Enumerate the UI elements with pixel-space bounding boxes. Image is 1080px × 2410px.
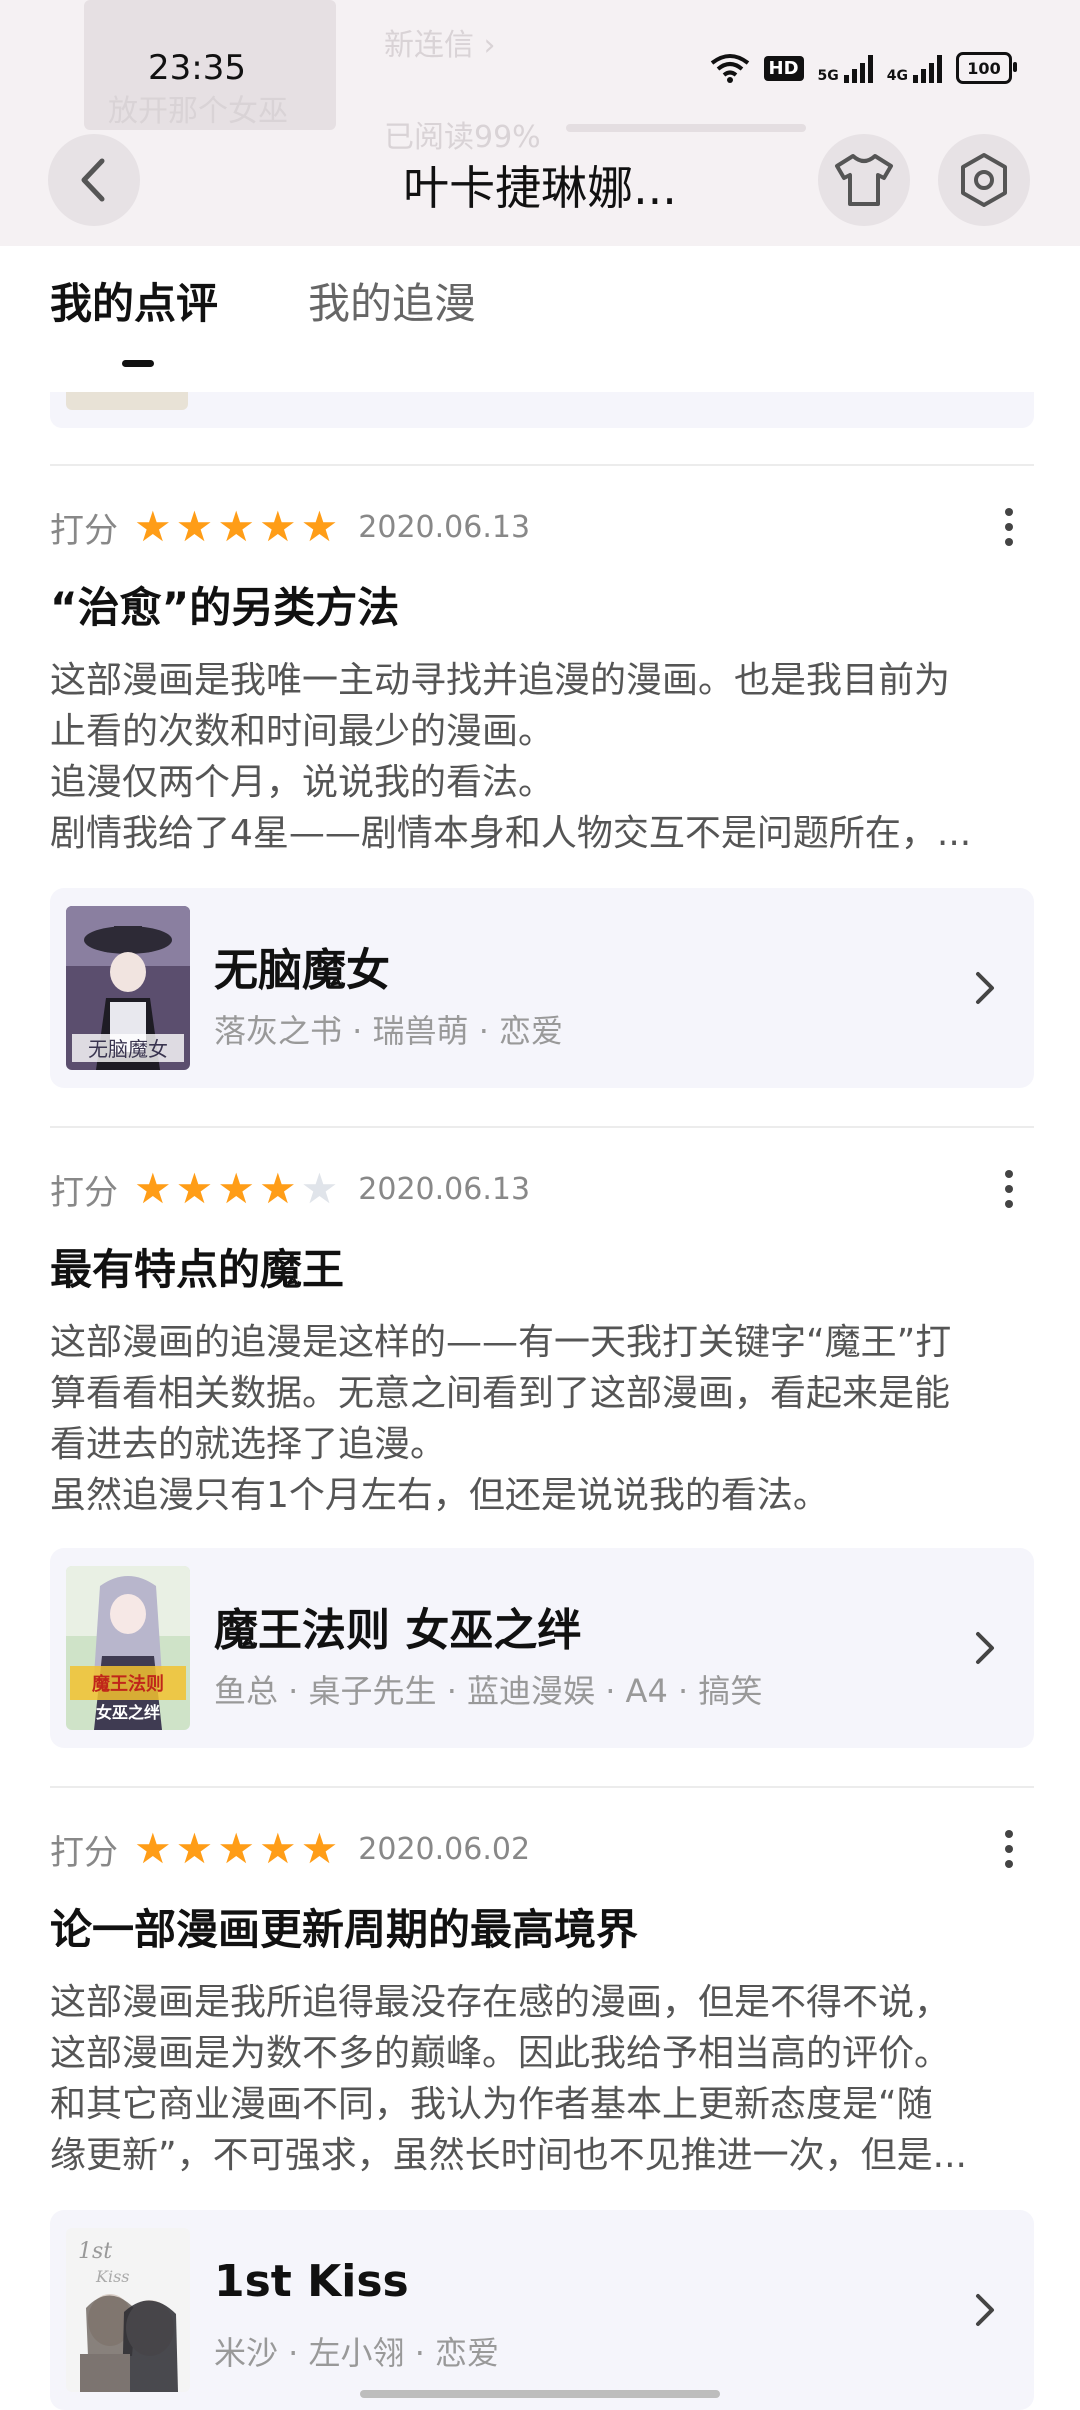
review-line: 和其它商业漫画不同，我认为作者基本上更新态度是“随 [50, 2084, 933, 2125]
rating-row: 打分 ★ ★ ★ ★ ★ 2020.06.02 [50, 1824, 1034, 1874]
review-line: 虽然追漫只有1个月左右，但还是说说我的看法。 [50, 1475, 829, 1516]
review-body[interactable]: 这部漫画是我所追得最没存在感的漫画，但是不得不说， 这部漫画是为数不多的巅峰。因… [50, 1977, 1034, 2181]
review-body[interactable]: 这部漫画是我唯一主动寻找并追漫的漫画。也是我目前为 止看的次数和时间最少的漫画。… [50, 655, 1034, 859]
more-options-icon[interactable] [994, 1164, 1024, 1214]
tab-my-follows[interactable]: 我的追漫 [308, 270, 476, 331]
review-item: 打分 ★ ★ ★ ★ ★ 2020.06.13 最有特点的魔王 这部漫画的追漫是… [50, 1164, 1034, 1521]
divider [50, 1786, 1034, 1788]
hd-icon: HD [763, 55, 804, 81]
rating-label: 打分 [50, 510, 118, 551]
star-icon: ★ [175, 502, 214, 551]
chevron-right-icon [976, 1632, 994, 1664]
star-icon: ★ [134, 502, 172, 551]
tab-indicator [122, 360, 154, 367]
comic-meta: 鱼总 · 桌子先生 · 蓝迪漫娱 · A4 · 搞笑 [214, 1672, 763, 1710]
star-rating: ★ ★ ★ ★ ★ [134, 1168, 338, 1210]
comic-meta: 落灰之书 · 瑞兽萌 · 恋爱 [214, 1012, 564, 1050]
review-line: 剧情我给了4星——剧情本身和人物交互不是问题所在，... [50, 813, 972, 854]
star-icon: ★ [175, 1824, 214, 1873]
svg-text:Kiss: Kiss [95, 2267, 130, 2286]
review-title[interactable]: 最有特点的魔王 [50, 1236, 1034, 1297]
comic-meta: 米沙 · 左小翎 · 恋爱 [214, 2334, 500, 2372]
review-item: 打分 ★ ★ ★ ★ ★ 2020.06.02 论一部漫画更新周期的最高境界 这… [50, 1824, 1034, 2181]
battery-icon: 100 [956, 52, 1017, 84]
review-line: 缘更新”，不可强求，虽然长时间也不见推进一次，但是... [50, 2135, 967, 2176]
review-line: 这部漫画是为数不多的巅峰。因此我给予相当高的评价。 [50, 2033, 951, 2074]
rating-row: 打分 ★ ★ ★ ★ ★ 2020.06.13 [50, 1164, 1034, 1214]
header: 放开那个女巫 新连信 › 已阅读99% 23:35 HD 5G 4G 100 叶… [0, 0, 1080, 246]
svg-text:1st: 1st [78, 2239, 112, 2264]
star-icon: ★ [217, 502, 255, 551]
ghost-progress-bar [566, 124, 806, 132]
review-title[interactable]: 论一部漫画更新周期的最高境界 [50, 1896, 1034, 1957]
review-body[interactable]: 这部漫画的追漫是这样的——有一天我打关键字“魔王”打 算看看相关数据。无意之间看… [50, 1317, 1034, 1521]
signal-5g-icon: 5G [818, 53, 873, 83]
more-options-icon[interactable] [994, 1824, 1024, 1874]
tshirt-icon [835, 154, 893, 206]
comic-cover: 魔王法则 女巫之绊 [66, 1566, 190, 1730]
star-rating: ★ ★ ★ ★ ★ [134, 506, 338, 548]
comic-name: 无脑魔女 [214, 945, 390, 996]
ghost-link: 新连信 › [384, 28, 496, 63]
skin-button[interactable] [818, 134, 910, 226]
star-icon: ★ [258, 1164, 297, 1213]
comic-card[interactable]: 1st Kiss 1st Kiss 米沙 · 左小翎 · 恋爱 [50, 2210, 1034, 2410]
tab-my-reviews[interactable]: 我的点评 [50, 270, 218, 331]
review-line: 看进去的就选择了追漫。 [50, 1424, 447, 1465]
star-icon: ★ [300, 502, 339, 551]
review-line: 追漫仅两个月，说说我的看法。 [50, 762, 555, 803]
ghost-progress: 已阅读99% [384, 120, 541, 155]
review-item: 打分 ★ ★ ★ ★ ★ 2020.06.13 “治愈”的另类方法 这部漫画是我… [50, 502, 1034, 859]
star-icon: ★ [217, 1164, 255, 1213]
comic-name: 魔王法则 女巫之绊 [214, 1605, 582, 1656]
chevron-right-icon [976, 972, 994, 1004]
rating-label: 打分 [50, 1172, 118, 1213]
svg-text:女巫之绊: 女巫之绊 [96, 1703, 160, 1722]
star-icon: ★ [258, 1824, 297, 1873]
previous-comic-card[interactable] [50, 392, 1034, 428]
rating-row: 打分 ★ ★ ★ ★ ★ 2020.06.13 [50, 502, 1034, 552]
tab-bar: 我的点评 我的追漫 [50, 270, 476, 331]
ghost-title: 放开那个女巫 [108, 94, 288, 129]
svg-text:魔王法则: 魔王法则 [92, 1673, 164, 1695]
star-empty-icon: ★ [300, 1164, 339, 1213]
comic-card[interactable]: 魔王法则 女巫之绊 魔王法则 女巫之绊 鱼总 · 桌子先生 · 蓝迪漫娱 · A… [50, 1548, 1034, 1748]
review-date: 2020.06.13 [358, 509, 531, 545]
home-indicator[interactable] [360, 2390, 720, 2398]
gear-icon [961, 153, 1007, 207]
chevron-right-icon [976, 2294, 994, 2326]
signal-4g-icon: 4G [887, 53, 942, 83]
star-rating: ★ ★ ★ ★ ★ [134, 1828, 338, 1870]
review-line: 止看的次数和时间最少的漫画。 [50, 711, 555, 752]
svg-text:无脑魔女: 无脑魔女 [88, 1037, 168, 1061]
review-date: 2020.06.13 [358, 1171, 531, 1207]
review-line: 这部漫画的追漫是这样的——有一天我打关键字“魔王”打 [50, 1322, 952, 1363]
star-icon: ★ [134, 1824, 172, 1873]
settings-button[interactable] [938, 134, 1030, 226]
star-icon: ★ [258, 502, 297, 551]
star-icon: ★ [175, 1164, 214, 1213]
more-options-icon[interactable] [994, 502, 1024, 552]
review-line: 这部漫画是我所追得最没存在感的漫画，但是不得不说， [50, 1982, 951, 2023]
star-icon: ★ [217, 1824, 255, 1873]
review-line: 算看看相关数据。无意之间看到了这部漫画，看起来是能 [50, 1373, 951, 1414]
comic-cover: 无脑魔女 [66, 906, 190, 1070]
star-icon: ★ [134, 1164, 172, 1213]
comic-name: 1st Kiss [214, 2256, 409, 2307]
divider [50, 464, 1034, 466]
review-line: 这部漫画是我唯一主动寻找并追漫的漫画。也是我目前为 [50, 660, 951, 701]
previous-comic-cover [66, 392, 188, 410]
star-icon: ★ [300, 1824, 339, 1873]
rating-label: 打分 [50, 1832, 118, 1873]
review-date: 2020.06.02 [358, 1831, 531, 1867]
review-title[interactable]: “治愈”的另类方法 [50, 574, 1034, 635]
status-icons: HD 5G 4G 100 [710, 52, 1017, 84]
page-title: 叶卡捷琳娜... [403, 161, 677, 215]
wifi-icon [710, 54, 749, 83]
comic-cover: 1st Kiss [66, 2228, 190, 2392]
comic-card[interactable]: 无脑魔女 无脑魔女 落灰之书 · 瑞兽萌 · 恋爱 [50, 888, 1034, 1088]
divider [50, 1126, 1034, 1128]
status-time: 23:35 [148, 48, 246, 88]
